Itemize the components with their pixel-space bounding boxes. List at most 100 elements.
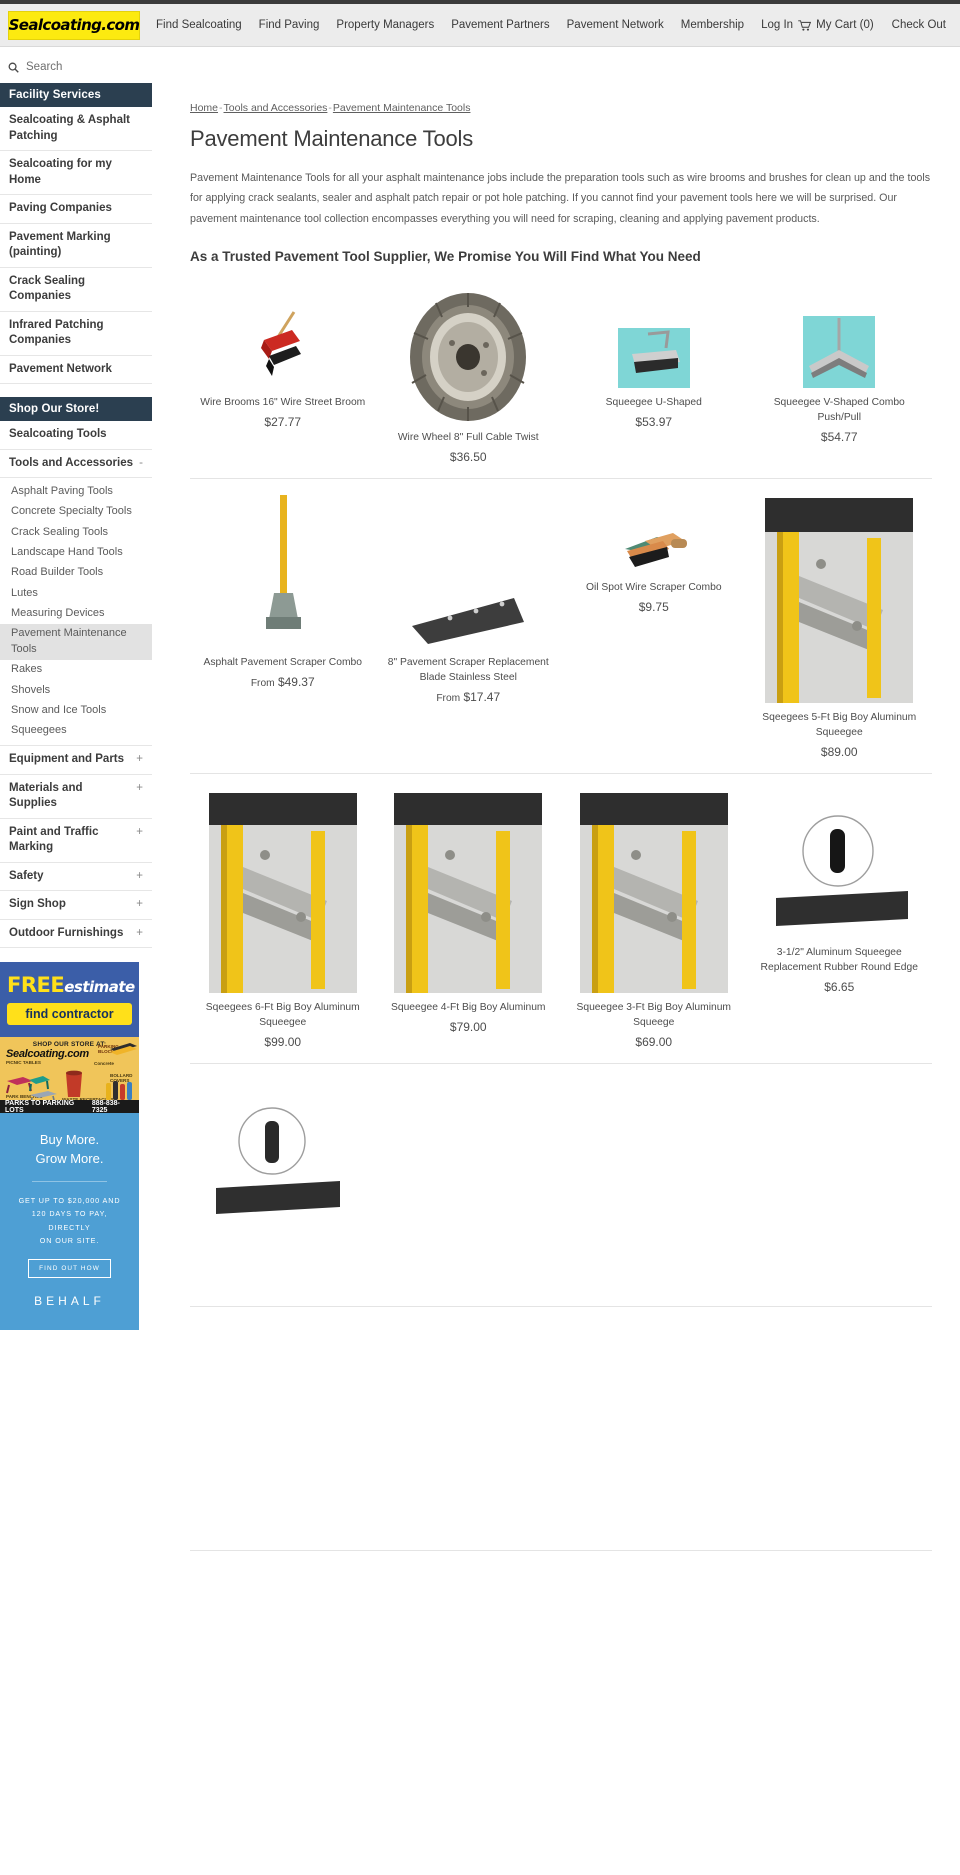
sidebar-item-infrared-patching-companies[interactable]: Infrared Patching Companies bbox=[0, 312, 152, 356]
product-card[interactable]: 8" Pavement Scraper Replacement Blade St… bbox=[376, 493, 562, 704]
sidebar-item-sealcoating-for-my-home[interactable]: Sealcoating for my Home bbox=[0, 151, 152, 196]
sidebar-item-safety[interactable]: Safety + bbox=[0, 863, 152, 892]
product-price: From $49.37 bbox=[251, 675, 315, 689]
label: Sealcoating Tools bbox=[9, 428, 107, 441]
sidebar-item-tools-and-accessories[interactable]: Tools and Accessories - bbox=[0, 450, 152, 479]
sidebar-item-crack-sealing-companies[interactable]: Crack Sealing Companies bbox=[0, 268, 152, 312]
plus-icon: + bbox=[136, 753, 143, 766]
breadcrumb-category[interactable]: Tools and Accessories bbox=[224, 102, 328, 114]
nav-item-pavement-partners[interactable]: Pavement Partners bbox=[451, 19, 549, 31]
product-price: $6.65 bbox=[824, 979, 855, 994]
product-image bbox=[768, 788, 910, 938]
site-logo[interactable]: Sealcoating.com bbox=[8, 10, 140, 40]
sidebar-subitem-snow-and-ice-tools[interactable]: Snow and Ice Tools bbox=[0, 701, 152, 721]
nav-item-find-sealcoating[interactable]: Find Sealcoating bbox=[156, 19, 242, 31]
sidebar-subitem-measuring-devices[interactable]: Measuring Devices bbox=[0, 604, 152, 624]
sidebar-subitem-concrete-specialty-tools[interactable]: Concrete Specialty Tools bbox=[0, 502, 152, 522]
label: Outdoor Furnishings bbox=[9, 926, 124, 939]
bollard-covers-graphic bbox=[106, 1081, 132, 1101]
checkout-link[interactable]: Check Out bbox=[892, 19, 946, 31]
find-contractor-button[interactable]: find contractor bbox=[7, 1003, 132, 1026]
nav-item-membership[interactable]: Membership bbox=[681, 19, 744, 31]
ad-store-banner[interactable]: SHOP OUR STORE AT: Sealcoating.com PICNI… bbox=[0, 1037, 139, 1114]
big-boy-5ft-squeegee-image bbox=[765, 497, 914, 703]
product-image bbox=[410, 493, 526, 648]
product-price: From $17.47 bbox=[436, 690, 500, 704]
big-boy-3ft-squeegee-image bbox=[579, 792, 728, 993]
sidebar-item-outdoor-furnishings[interactable]: Outdoor Furnishings + bbox=[0, 920, 152, 949]
ad-store-phone: 888-838-7325 bbox=[91, 1099, 120, 1114]
product-card[interactable]: 3-1/2" Aluminum Squeegee Replacement Rub… bbox=[747, 788, 933, 994]
product-image bbox=[406, 288, 531, 423]
product-image bbox=[248, 288, 318, 388]
sidebar-subitem-shovels[interactable]: Shovels bbox=[0, 680, 152, 700]
product-name: 8" Pavement Scraper Replacement Blade St… bbox=[387, 656, 549, 683]
sidebar-subitem-road-builder-tools[interactable]: Road Builder Tools bbox=[0, 563, 152, 583]
sidebar-subitem-asphalt-paving-tools[interactable]: Asphalt Paving Tools bbox=[0, 481, 152, 501]
product-name: Squeegee 4-Ft Big Boy Aluminum bbox=[390, 1001, 546, 1013]
sidebar-item-sealcoating-tools[interactable]: Sealcoating Tools bbox=[0, 421, 152, 450]
product-card[interactable]: Oil Spot Wire Scraper Combo $9.75 bbox=[561, 493, 747, 614]
product-row-trailing bbox=[190, 1078, 932, 1307]
shopping-cart-icon bbox=[798, 19, 812, 31]
product-price: $27.77 bbox=[264, 414, 302, 429]
product-name: Sqeegees 5-Ft Big Boy Aluminum Squeegee bbox=[762, 711, 917, 738]
product-name: Sqeegees 6-Ft Big Boy Aluminum Squeegee bbox=[205, 1001, 360, 1028]
sidebar-subitem-rakes[interactable]: Rakes bbox=[0, 660, 152, 680]
sidebar-subitem-crack-sealing-tools[interactable]: Crack Sealing Tools bbox=[0, 522, 152, 542]
product-card[interactable]: Wire Wheel 8" Full Cable Twist $36.50 bbox=[376, 288, 562, 464]
price-value: $49.37 bbox=[277, 674, 315, 689]
behalf-divider bbox=[32, 1181, 107, 1183]
pavement-scraper-combo-image bbox=[265, 494, 301, 629]
product-name: Squeegee 3-Ft Big Boy Aluminum Squeege bbox=[576, 1001, 732, 1028]
ad-free-estimate[interactable]: FREEestimate find contractor bbox=[0, 962, 139, 1038]
nav-item-pavement-network[interactable]: Pavement Network bbox=[567, 19, 664, 31]
product-card[interactable]: Squeegee 4-Ft Big Boy Aluminum $79.00 bbox=[376, 788, 562, 1034]
sidebar-item-pavement-marking[interactable]: Pavement Marking (painting) bbox=[0, 224, 152, 268]
product-card[interactable]: Squeegee U-Shaped $53.97 bbox=[561, 288, 747, 429]
behalf-body-2: 120 DAYS TO PAY, DIRECTLY bbox=[31, 1209, 108, 1232]
sidebar-item-paving-companies[interactable]: Paving Companies bbox=[0, 195, 152, 224]
product-image bbox=[803, 288, 876, 388]
product-card[interactable]: Sqeegees 6-Ft Big Boy Aluminum Squeegee … bbox=[190, 788, 376, 1049]
label: Sign Shop bbox=[9, 898, 66, 911]
label: Pavement Marking (painting) bbox=[9, 230, 111, 259]
cart-link[interactable]: My Cart (0) bbox=[798, 19, 874, 31]
search-placeholder-label: Search bbox=[26, 61, 63, 73]
product-card[interactable]: Squeegee V-Shaped Combo Push/Pull $54.77 bbox=[747, 288, 933, 444]
product-card[interactable]: Wire Brooms 16" Wire Street Broom $27.77 bbox=[190, 288, 376, 429]
sidebar-item-equipment-and-parts[interactable]: Equipment and Parts + bbox=[0, 746, 152, 775]
breadcrumb-home[interactable]: Home bbox=[190, 102, 218, 114]
behalf-find-out-how-button[interactable]: FIND OUT HOW bbox=[28, 1259, 111, 1279]
sidebar-item-sign-shop[interactable]: Sign Shop + bbox=[0, 891, 152, 920]
product-card[interactable]: Asphalt Pavement Scraper Combo From $49.… bbox=[190, 493, 376, 689]
product-row: Wire Brooms 16" Wire Street Broom $27.77 bbox=[190, 288, 932, 479]
empty-row-spacer bbox=[190, 1321, 932, 1551]
sidebar-subitem-landscape-hand-tools[interactable]: Landscape Hand Tools bbox=[0, 542, 152, 562]
sidebar-subitem-lutes[interactable]: Lutes bbox=[0, 583, 152, 603]
nav-item-property-managers[interactable]: Property Managers bbox=[336, 19, 434, 31]
sidebar-item-sealcoating-asphalt-patching[interactable]: Sealcoating & Asphalt Patching bbox=[0, 107, 152, 152]
breadcrumb-current[interactable]: Pavement Maintenance Tools bbox=[333, 102, 471, 114]
behalf-logo: BEHALF bbox=[34, 1294, 105, 1309]
sidebar-item-materials-and-supplies[interactable]: Materials and Supplies + bbox=[0, 775, 152, 819]
product-image bbox=[260, 493, 306, 648]
product-card[interactable]: Squeegee 3-Ft Big Boy Aluminum Squeege $… bbox=[561, 788, 747, 1049]
nav-item-log-in[interactable]: Log In bbox=[761, 19, 793, 31]
squeegee-v-shaped-image bbox=[803, 315, 876, 388]
sidebar-subitem-squeegees[interactable]: Squeegees bbox=[0, 721, 152, 741]
nav-item-find-paving[interactable]: Find Paving bbox=[259, 19, 320, 31]
shop-our-store-heading: Shop Our Store! bbox=[0, 397, 152, 422]
header-right: My Cart (0) Check Out bbox=[798, 19, 946, 31]
ad-behalf-banner[interactable]: Buy More. Grow More. GET UP TO $20,000 A… bbox=[0, 1113, 139, 1331]
product-card[interactable]: Sqeegees 5-Ft Big Boy Aluminum Squeegee … bbox=[747, 493, 933, 759]
squeegee-u-shaped-image bbox=[617, 327, 690, 388]
sidebar-item-paint-and-traffic-marking[interactable]: Paint and Traffic Marking + bbox=[0, 819, 152, 863]
search-box[interactable]: Search bbox=[0, 55, 152, 83]
sidebar-subitem-pavement-maintenance-tools[interactable]: Pavement Maintenance Tools bbox=[0, 623, 152, 660]
ad-free-headline: FREEestimate bbox=[7, 973, 135, 997]
product-card[interactable] bbox=[190, 1078, 376, 1236]
sidebar-item-pavement-network[interactable]: Pavement Network bbox=[0, 356, 152, 385]
product-name: Asphalt Pavement Scraper Combo bbox=[203, 656, 363, 668]
label: Crack Sealing Companies bbox=[9, 274, 86, 303]
